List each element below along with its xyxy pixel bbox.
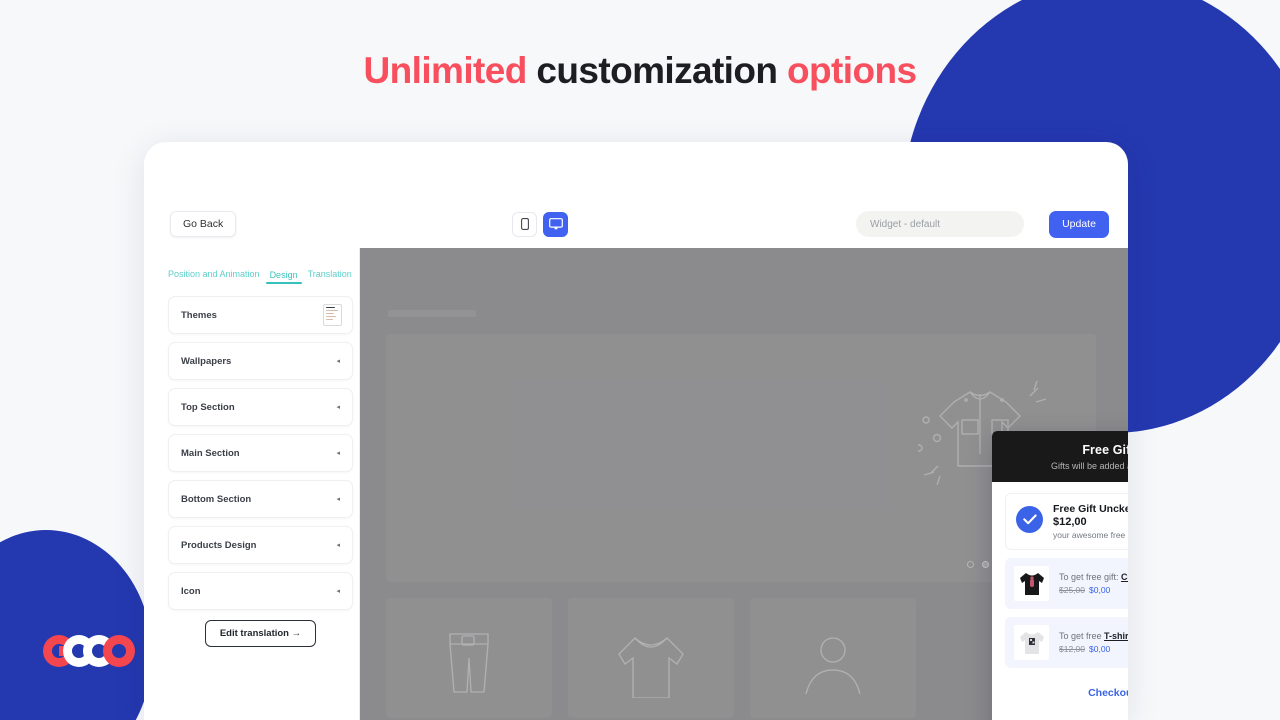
unlocked-gift-price: $12,00 — [1053, 516, 1087, 528]
unlocked-gift-row: Free Gift Uncked! $12,00 your awesome fr… — [1005, 493, 1128, 550]
product-thumbnail — [1014, 625, 1049, 660]
settings-tabs: Position and Animation Design Translatio… — [162, 248, 359, 285]
gift-item-old-price: $25,00 — [1059, 585, 1085, 595]
settings-row-bottom-section[interactable]: Bottom Section ◂ — [168, 480, 353, 518]
tab-label: Position and Animation — [168, 268, 260, 279]
edit-translation-button[interactable]: Edit translation → — [204, 620, 317, 647]
chevron-left-icon: ◂ — [336, 450, 340, 457]
preview-product-card[interactable] — [750, 598, 916, 718]
checkout-link[interactable]: Checkout — [1005, 687, 1128, 699]
carousel-dot[interactable] — [967, 561, 974, 568]
gift-item-text: To get free gift: Code T-shirt $25,00 $0,… — [1059, 572, 1128, 595]
gift-item-old-price: $12,00 — [1059, 644, 1085, 654]
gift-item-prefix: To get free — [1059, 631, 1105, 641]
check-icon — [1022, 514, 1037, 525]
preview-hero-banner — [386, 334, 1096, 582]
gift-item-prefix: To get free gift: — [1059, 572, 1122, 582]
mobile-icon — [520, 218, 529, 230]
settings-row-label: Wallpapers — [181, 355, 232, 367]
widget-title: Free Gifts — [1082, 443, 1128, 457]
settings-row-label: Themes — [181, 309, 217, 321]
device-mobile-button[interactable] — [512, 211, 537, 237]
update-button[interactable]: Update — [1049, 210, 1109, 238]
chevron-left-icon: ◂ — [336, 542, 340, 549]
page-title: Unlimited customization options — [0, 50, 1280, 92]
tab-translation[interactable]: Translation — [308, 269, 352, 284]
person-icon — [805, 637, 861, 695]
product-thumbnail — [1014, 566, 1049, 601]
shorts-icon — [449, 633, 489, 693]
settings-row-label: Products Design — [181, 539, 257, 551]
settings-row-label: Bottom Section — [181, 493, 252, 505]
gift-item-row[interactable]: To get free T-shirt $12,00 $0,00 — [1005, 617, 1128, 668]
sweater-icon — [618, 637, 684, 698]
edit-translation-wrapper: Edit translation → — [168, 620, 353, 647]
headline-part-2: customization — [536, 50, 778, 91]
free-gifts-widget: Free Gifts Gifts will be added at checko… — [992, 431, 1128, 720]
desktop-icon — [548, 218, 563, 230]
carousel-dot-active[interactable] — [982, 561, 989, 568]
chevron-left-icon: ◂ — [336, 358, 340, 365]
settings-row-products-design[interactable]: Products Design ◂ — [168, 526, 353, 564]
gift-item-pricing: $25,00 $0,00 — [1059, 585, 1128, 595]
widget-body: Free Gift Uncked! $12,00 your awesome fr… — [992, 482, 1128, 699]
preview-placeholder-title — [388, 310, 476, 317]
settings-row-themes[interactable]: Themes — [168, 296, 353, 334]
background-circle-left — [0, 530, 152, 720]
headline-part-3: options — [787, 50, 917, 91]
gift-item-row[interactable]: To get free gift: Code T-shirt $25,00 $0,… — [1005, 558, 1128, 609]
chevron-left-icon: ◂ — [336, 588, 340, 595]
settings-row-label: Top Section — [181, 401, 235, 413]
chevron-left-icon: ◂ — [336, 404, 340, 411]
settings-rows: Themes Wallpapers ◂ Top Section ◂ Main S… — [162, 284, 359, 647]
unlocked-gift-description: your awesome free gift: $12.00 — [1053, 530, 1128, 540]
gift-item-label: To get free T-shirt — [1059, 631, 1128, 641]
tab-label: Translation — [307, 268, 352, 279]
good-logo-icon — [43, 635, 135, 667]
app-window: Go Back Widget - default Update Position… — [144, 142, 1128, 720]
settings-row-main-section[interactable]: Main Section ◂ — [168, 434, 353, 472]
device-toggle-group — [512, 211, 568, 237]
gift-item-pricing: $12,00 $0,00 — [1059, 644, 1128, 654]
widget-header: Free Gifts Gifts will be added at checko… — [992, 431, 1128, 482]
unlocked-gift-text: Free Gift Uncked! $12,00 your awesome fr… — [1053, 503, 1128, 540]
widget-subtitle: Gifts will be added at checkout — [1050, 461, 1128, 471]
theme-preview-icon — [323, 304, 342, 326]
go-back-button[interactable]: Go Back — [170, 211, 237, 237]
good-logo — [41, 634, 141, 668]
settings-row-icon[interactable]: Icon ◂ — [168, 572, 353, 610]
tab-label: Design — [269, 269, 298, 280]
settings-panel: Position and Animation Design Translatio… — [162, 248, 360, 720]
tab-position-and-animation[interactable]: Position and Animation — [168, 269, 260, 284]
gift-item-product[interactable]: Code T-shirt — [1121, 572, 1128, 582]
gift-item-new-price: $0,00 — [1089, 644, 1111, 654]
gift-item-product[interactable]: T-shirt — [1104, 631, 1128, 641]
device-desktop-button[interactable] — [543, 211, 568, 237]
gift-item-label: To get free gift: Code T-shirt — [1059, 572, 1128, 582]
unlocked-gift-title: Free Gift Uncked! — [1053, 503, 1128, 515]
preview-product-card[interactable] — [386, 598, 552, 718]
settings-row-label: Icon — [181, 585, 201, 597]
gift-item-new-price: $0,00 — [1089, 585, 1111, 595]
widget-select[interactable]: Widget - default — [856, 211, 1024, 237]
check-badge — [1016, 506, 1043, 533]
settings-row-top-section[interactable]: Top Section ◂ — [168, 388, 353, 426]
widget-select-value: Widget - default — [870, 218, 941, 230]
settings-row-label: Main Section — [181, 447, 240, 459]
settings-row-wallpapers[interactable]: Wallpapers ◂ — [168, 342, 353, 380]
headline-part-1: Unlimited — [363, 50, 528, 91]
editor-toolbar: Go Back Widget - default Update — [144, 200, 1128, 248]
chevron-left-icon: ◂ — [336, 496, 340, 503]
tab-design[interactable]: Design — [265, 269, 302, 285]
black-tshirt-icon — [1019, 572, 1044, 595]
white-tshirt-icon — [1019, 631, 1044, 654]
preview-product-card[interactable] — [568, 598, 734, 718]
gift-item-text: To get free T-shirt $12,00 $0,00 — [1059, 631, 1128, 654]
